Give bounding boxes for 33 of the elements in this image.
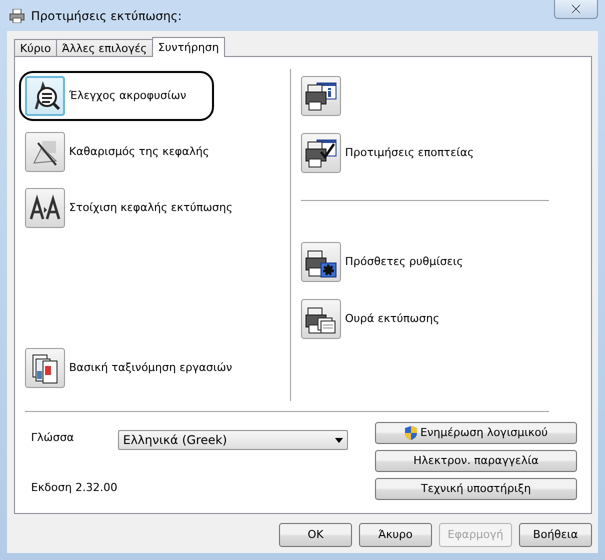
dialog-button[interactable]: Βοήθεια xyxy=(519,523,592,547)
tool-button[interactable] xyxy=(25,76,65,116)
tool-button[interactable] xyxy=(25,188,65,228)
shield-icon xyxy=(404,425,418,441)
tool-label[interactable]: Στοίχιση κεφαλής εκτύπωσης xyxy=(69,200,233,216)
tool-button[interactable] xyxy=(301,242,341,282)
language-label: Γλώσσα xyxy=(31,430,76,446)
tool-button[interactable] xyxy=(301,76,341,116)
close-icon xyxy=(570,4,582,14)
window-title: Προτιμήσεις εκτύπωσης: xyxy=(31,8,182,24)
tool-label[interactable]: Ουρά εκτύπωσης xyxy=(345,310,440,328)
tool-button[interactable] xyxy=(25,348,65,388)
tab[interactable]: Άλλες επιλογές xyxy=(56,39,153,56)
tool-button[interactable] xyxy=(25,132,65,172)
side-button[interactable]: Ηλεκτρον. παραγγελία xyxy=(375,450,577,472)
tool-label[interactable]: Προτιμήσεις εποπτείας xyxy=(345,144,474,162)
tool-label[interactable]: Πρόσθετες ρυθμίσεις xyxy=(345,254,464,270)
side-button[interactable]: Ενημέρωση λογισμικού xyxy=(375,422,577,444)
tool-label[interactable]: Έλεγχος ακροφυσίων xyxy=(69,88,186,104)
tool-label[interactable]: Καθαρισμός της κεφαλής xyxy=(69,144,210,160)
tab[interactable]: Συντήρηση xyxy=(152,37,225,57)
close-button[interactable] xyxy=(554,0,598,19)
tool-label[interactable]: Βασική ταξινόμηση εργασιών xyxy=(69,360,232,376)
side-button[interactable]: Τεχνική υποστήριξη xyxy=(375,478,577,500)
version-text: Εκδοση 2.32.00 xyxy=(31,480,118,496)
tool-button[interactable] xyxy=(301,299,341,339)
dialog-button[interactable]: OK xyxy=(279,523,352,547)
caret-icon xyxy=(335,438,343,442)
dialog-button[interactable]: Άκυρο xyxy=(359,523,432,547)
printer-icon xyxy=(9,8,25,22)
language-dropdown[interactable]: Ελληνικά (Greek) xyxy=(118,430,348,450)
tool-button[interactable] xyxy=(301,133,341,173)
tab[interactable]: Κύριο xyxy=(14,39,58,56)
